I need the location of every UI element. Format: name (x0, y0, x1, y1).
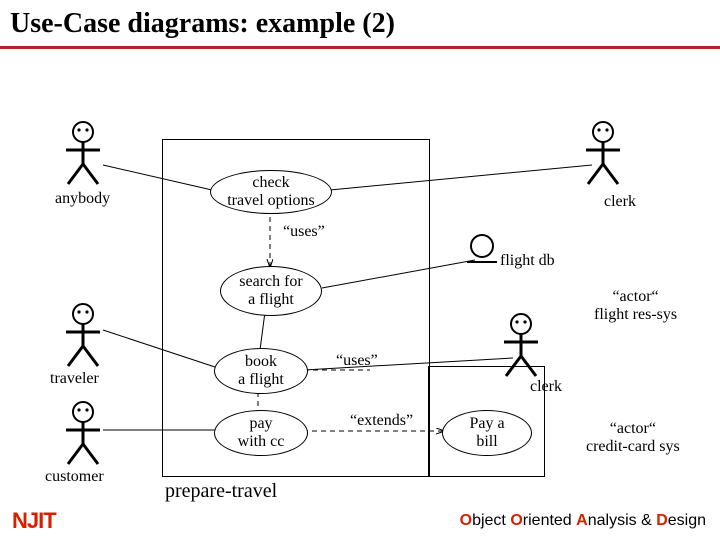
usecase-search-l2: a flight (248, 291, 294, 309)
note-actor-flight: “actor“ flight res-sys (594, 288, 677, 325)
usecase-book-l2: a flight (238, 371, 284, 389)
actor-customer-label: customer (45, 468, 104, 486)
usecase-check-l1: check (252, 174, 289, 192)
actor-flightdb-icon (465, 232, 499, 266)
system-label: prepare-travel (165, 480, 277, 503)
actor-clerk2-label: clerk (530, 378, 562, 396)
footer-o1: O (460, 512, 472, 529)
footer-t1: bject (472, 512, 510, 529)
usecase-book-flight: book a flight (214, 348, 308, 394)
note-actor-cc-l2: credit-card sys (586, 438, 680, 455)
footer-t2: riented (523, 512, 576, 529)
footer-course: Object Oriented Analysis & Design (460, 512, 706, 530)
actor-customer-icon (60, 400, 106, 468)
actor-anybody-label: anybody (55, 190, 110, 208)
page-title: Use-Case diagrams: example (2) (10, 8, 395, 40)
actor-clerk2-icon (498, 312, 544, 380)
usecase-bill-l1: Pay a (469, 415, 504, 433)
extends-label: “extends” (350, 412, 413, 430)
usecase-book-l1: book (245, 353, 277, 371)
title-underline (0, 46, 720, 49)
actor-flightdb-label: flight db (500, 252, 555, 270)
actor-anybody-icon (60, 120, 106, 188)
actor-clerk1-label: clerk (604, 193, 636, 211)
actor-traveler-label: traveler (50, 370, 99, 388)
footer-a: A (576, 512, 588, 529)
footer-d: D (656, 512, 668, 529)
usecase-pay-bill: Pay a bill (442, 410, 532, 456)
note-actor-flight-l1: “actor“ (612, 288, 658, 305)
usecase-pay-l1: pay (249, 415, 272, 433)
usecase-pay-l2: with cc (238, 433, 285, 451)
usecase-check-l2: travel options (227, 192, 315, 210)
usecase-pay-cc: pay with cc (214, 410, 308, 456)
usecase-search-flight: search for a flight (220, 266, 322, 316)
logo-njit: NJIT (12, 508, 56, 534)
note-actor-flight-l2: flight res-sys (594, 306, 677, 323)
usecase-check-travel-options: check travel options (210, 170, 332, 214)
note-actor-cc-l1: “actor“ (610, 420, 656, 437)
footer-o2: O (510, 512, 522, 529)
note-actor-cc: “actor“ credit-card sys (586, 420, 680, 457)
actor-traveler-icon (60, 302, 106, 370)
actor-clerk1-icon (580, 120, 626, 188)
uses-label-1: “uses” (283, 223, 325, 241)
usecase-bill-l2: bill (476, 433, 497, 451)
footer-t4: esign (668, 512, 706, 529)
usecase-search-l1: search for (239, 273, 303, 291)
uses-label-2: “uses” (336, 352, 378, 370)
footer-t3: nalysis & (588, 512, 656, 529)
